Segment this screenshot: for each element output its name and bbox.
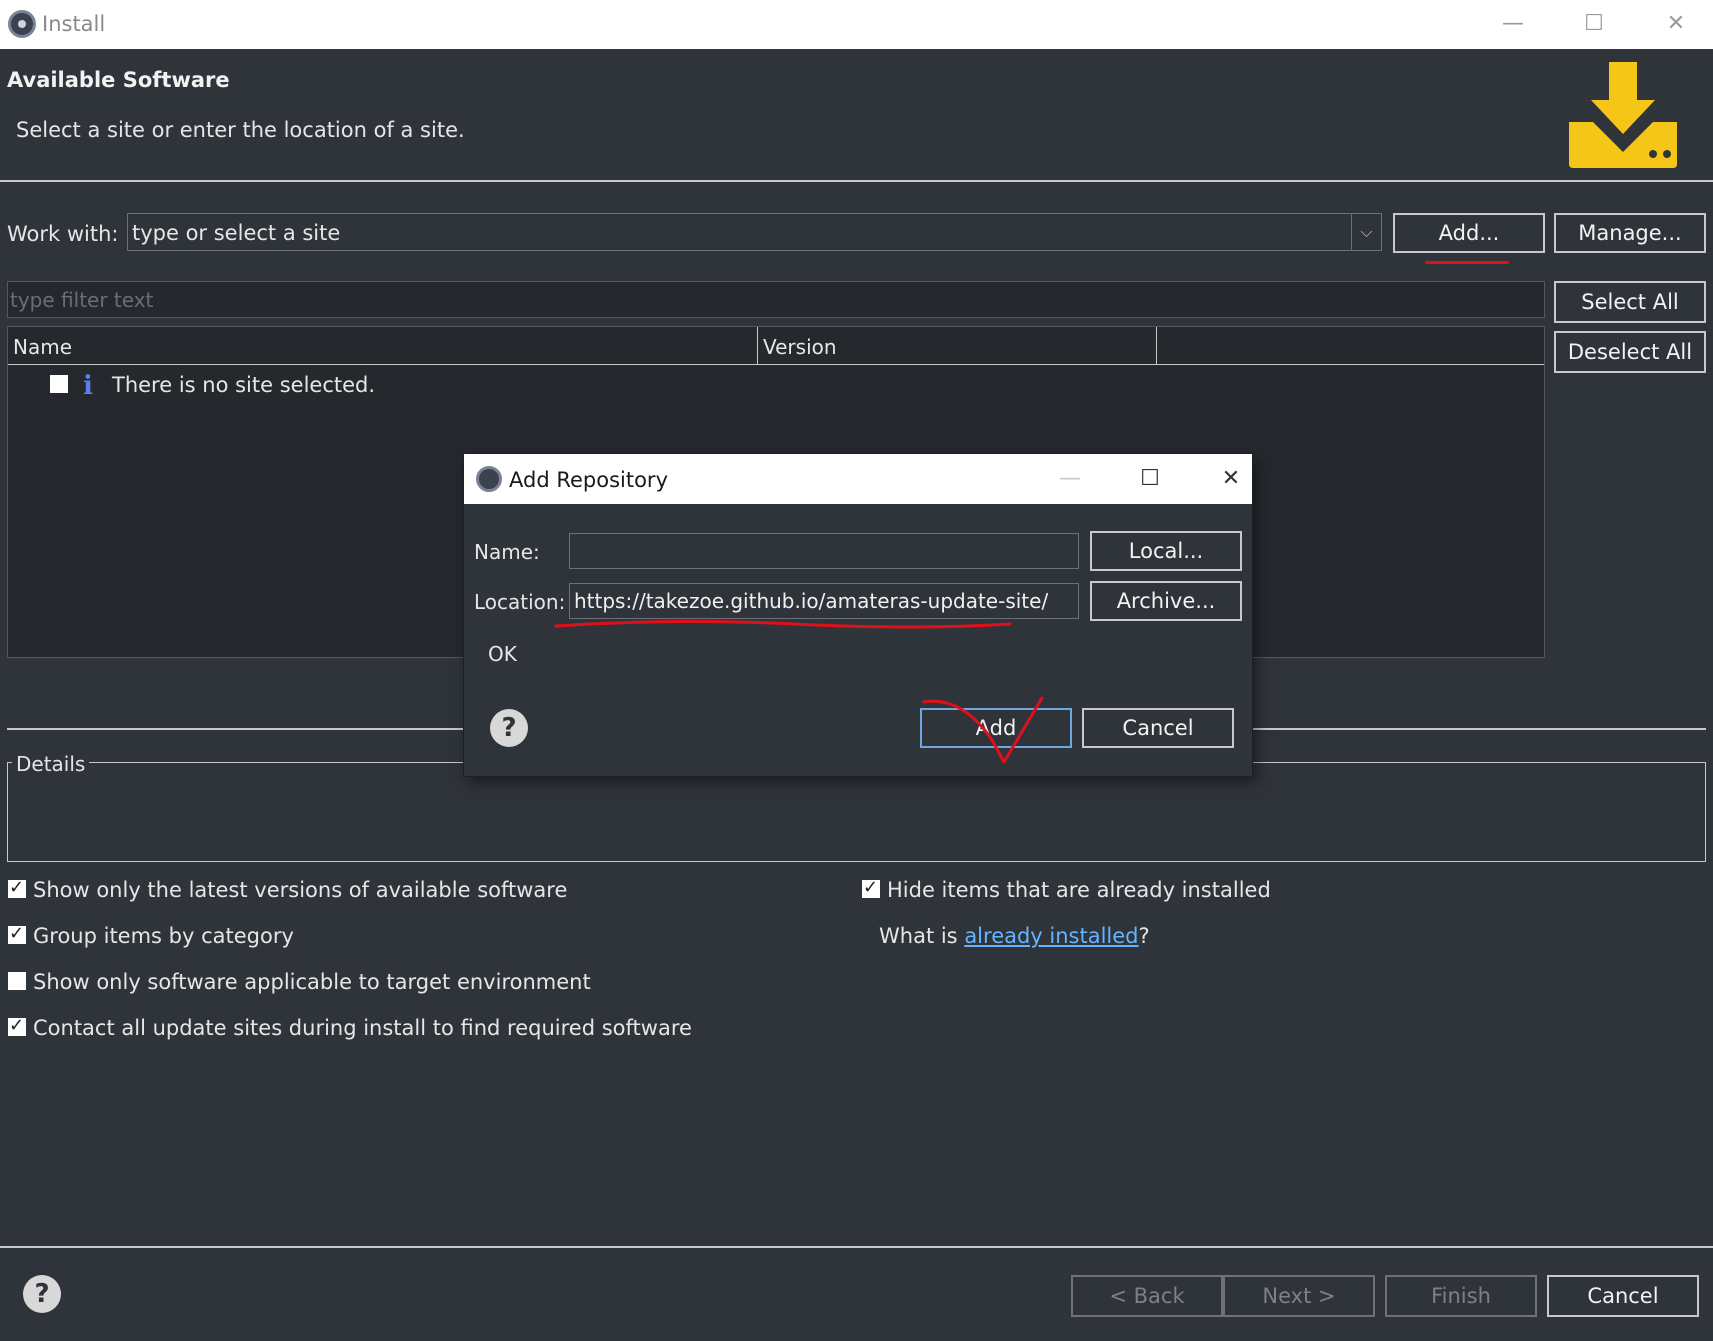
finish-button[interactable]: Finish — [1385, 1275, 1537, 1317]
eclipse-app-icon — [8, 10, 36, 38]
filter-input-box[interactable] — [7, 281, 1545, 318]
footer-divider — [0, 1246, 1713, 1248]
annotation-underline-add — [1425, 261, 1509, 264]
latest-versions-label[interactable]: Show only the latest versions of availab… — [33, 878, 567, 902]
contact-update-sites-label[interactable]: Contact all update sites during install … — [33, 1016, 692, 1040]
already-installed-link[interactable]: already installed — [964, 924, 1138, 948]
hide-installed-checkbox[interactable] — [862, 877, 880, 898]
minimize-button[interactable]: — — [1493, 8, 1533, 40]
archive-button[interactable]: Archive... — [1090, 581, 1242, 621]
column-header-version[interactable]: Version — [763, 335, 837, 359]
dialog-minimize-button[interactable]: — — [1050, 464, 1090, 494]
column-separator[interactable] — [1156, 327, 1157, 365]
maximize-button[interactable]: ☐ — [1574, 8, 1614, 40]
status-message: OK — [488, 642, 517, 666]
group-by-category-checkbox[interactable] — [8, 923, 26, 944]
what-is-text: What is — [879, 924, 965, 948]
location-input[interactable] — [570, 584, 1078, 618]
column-header-name[interactable]: Name — [13, 335, 72, 359]
contact-update-sites-checkbox[interactable] — [8, 1015, 26, 1036]
select-all-button[interactable]: Select All — [1554, 281, 1706, 323]
target-environment-checkbox[interactable] — [8, 972, 26, 990]
back-button[interactable]: < Back — [1071, 1275, 1223, 1317]
title-bar: Install — ☐ ✕ — [0, 0, 1713, 49]
filter-input[interactable] — [8, 282, 1544, 317]
chevron-down-icon[interactable]: ⌵ — [1351, 214, 1381, 250]
group-by-category-label[interactable]: Group items by category — [33, 924, 294, 948]
dialog-title: Add Repository — [509, 468, 668, 492]
page-subtitle: Select a site or enter the location of a… — [16, 118, 465, 142]
add-site-button[interactable]: Add... — [1393, 213, 1545, 253]
local-button[interactable]: Local... — [1090, 531, 1242, 571]
dialog-title-bar: Add Repository — ☐ ✕ — [464, 454, 1252, 504]
details-box — [7, 762, 1706, 862]
close-button[interactable]: ✕ — [1656, 8, 1696, 40]
work-with-combo[interactable]: type or select a site ⌵ — [127, 213, 1382, 251]
page-title: Available Software — [7, 68, 230, 92]
work-with-value: type or select a site — [132, 221, 341, 245]
row-checkbox[interactable] — [50, 375, 68, 393]
details-label: Details — [12, 752, 90, 776]
dialog-cancel-button[interactable]: Cancel — [1082, 708, 1234, 748]
eclipse-app-icon — [476, 466, 502, 492]
name-label: Name: — [474, 540, 540, 564]
info-icon: i — [83, 371, 93, 401]
table-header: Name Version — [8, 327, 1544, 365]
window-title: Install — [42, 12, 106, 36]
table-row[interactable]: i There is no site selected. — [8, 369, 1544, 405]
dialog-maximize-button[interactable]: ☐ — [1130, 464, 1170, 494]
deselect-all-button[interactable]: Deselect All — [1554, 331, 1706, 373]
help-icon[interactable]: ? — [23, 1275, 61, 1313]
question-mark-text: ? — [1138, 924, 1150, 948]
annotation-checkmark — [922, 696, 1044, 764]
hide-installed-label[interactable]: Hide items that are already installed — [887, 878, 1271, 902]
already-installed-line: What is already installed? — [879, 924, 1150, 948]
dialog-close-button[interactable]: ✕ — [1211, 464, 1251, 494]
latest-versions-checkbox[interactable] — [8, 877, 26, 898]
next-button[interactable]: Next > — [1223, 1275, 1375, 1317]
add-repository-dialog: Add Repository — ☐ ✕ Name: Local... Loca… — [464, 454, 1252, 776]
name-input[interactable] — [570, 534, 1078, 568]
target-environment-label[interactable]: Show only software applicable to target … — [33, 970, 591, 994]
download-icon — [1569, 62, 1677, 168]
dialog-help-icon[interactable]: ? — [490, 709, 528, 747]
row-text: There is no site selected. — [112, 373, 376, 397]
footer-cancel-button[interactable]: Cancel — [1547, 1275, 1699, 1317]
annotation-underline-location — [554, 619, 1012, 629]
location-label: Location: — [474, 590, 566, 614]
name-field[interactable] — [569, 533, 1079, 569]
work-with-label: Work with: — [7, 222, 119, 246]
header-divider — [0, 180, 1713, 182]
column-separator[interactable] — [757, 327, 758, 365]
manage-button[interactable]: Manage... — [1554, 213, 1706, 253]
